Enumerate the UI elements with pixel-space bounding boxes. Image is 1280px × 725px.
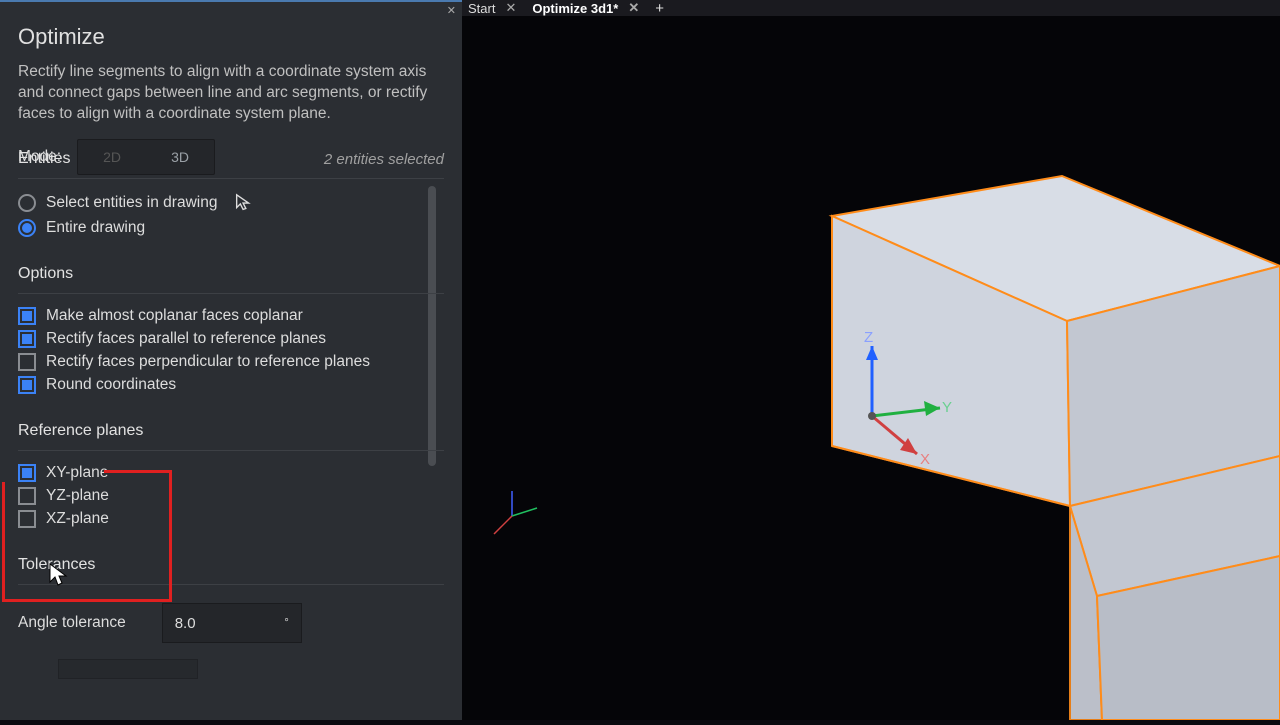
angle-tolerance-value: 8.0 — [175, 615, 196, 632]
checkbox-yz-plane[interactable] — [18, 487, 36, 505]
panel-description: Rectify line segments to align with a co… — [0, 62, 462, 139]
options-group: Options Make almost coplanar faces copla… — [18, 257, 444, 396]
close-icon[interactable]: ✕ — [628, 0, 639, 16]
tab-label: Optimize 3d1* — [532, 1, 618, 16]
checkbox-label: Rectify faces perpendicular to reference… — [46, 353, 370, 371]
checkbox-label: XY-plane — [46, 464, 108, 482]
radio-label: Entire drawing — [46, 219, 145, 237]
secondary-tolerance-input[interactable] — [58, 659, 198, 679]
reference-planes-title: Reference planes — [18, 422, 143, 440]
degree-icon: ° — [284, 617, 288, 629]
pick-cursor-icon[interactable] — [233, 192, 255, 214]
entities-group: Entities 2 entities selected Select enti… — [18, 142, 444, 239]
checkbox-label: Rectify faces parallel to reference plan… — [46, 330, 326, 348]
y-axis-label: Y — [942, 399, 952, 416]
close-icon[interactable]: ✕ — [505, 0, 516, 16]
new-tab-button[interactable]: + — [647, 0, 672, 16]
panel-title: Optimize — [0, 2, 462, 62]
checkbox-xy-plane[interactable] — [18, 464, 36, 482]
tolerances-group: Tolerances Angle tolerance 8.0 ° — [18, 548, 444, 687]
panel-close-icon[interactable]: ✕ — [447, 4, 456, 17]
checkbox-xz-plane[interactable] — [18, 510, 36, 528]
ucs-axis-icon — [482, 486, 542, 546]
tab-optimize[interactable]: Optimize 3d1* ✕ — [524, 0, 647, 16]
checkbox-label: XZ-plane — [46, 510, 109, 528]
options-title: Options — [18, 265, 73, 283]
checkbox-label: Round coordinates — [46, 376, 176, 394]
radio-entire-drawing[interactable] — [18, 219, 36, 237]
z-axis-label: Z — [864, 329, 873, 346]
tab-bar: Start ✕ Optimize 3d1* ✕ + — [460, 0, 1280, 16]
entities-status: 2 entities selected — [324, 151, 444, 168]
reference-planes-group: Reference planes XY-plane YZ-plane XZ-pl… — [18, 414, 444, 530]
checkbox-round[interactable] — [18, 376, 36, 394]
radio-label: Select entities in drawing — [46, 194, 217, 212]
entities-title: Entities — [18, 150, 70, 168]
viewport-3d[interactable]: Z Y X — [462, 16, 1280, 720]
tab-start[interactable]: Start ✕ — [460, 0, 524, 16]
optimize-panel: ✕ Optimize Rectify line segments to alig… — [0, 0, 462, 720]
model-geometry: Z Y X — [462, 16, 1280, 720]
checkbox-label: Make almost coplanar faces coplanar — [46, 307, 303, 325]
spacer — [18, 660, 22, 678]
tolerances-title: Tolerances — [18, 556, 95, 574]
x-axis-label: X — [920, 451, 930, 468]
angle-tolerance-label: Angle tolerance — [18, 614, 126, 632]
angle-tolerance-input[interactable]: 8.0 ° — [162, 603, 302, 643]
checkbox-perpendicular[interactable] — [18, 353, 36, 371]
checkbox-parallel[interactable] — [18, 330, 36, 348]
tab-label: Start — [468, 1, 495, 16]
checkbox-label: YZ-plane — [46, 487, 109, 505]
radio-select-in-drawing[interactable] — [18, 194, 36, 212]
checkbox-coplanar[interactable] — [18, 307, 36, 325]
